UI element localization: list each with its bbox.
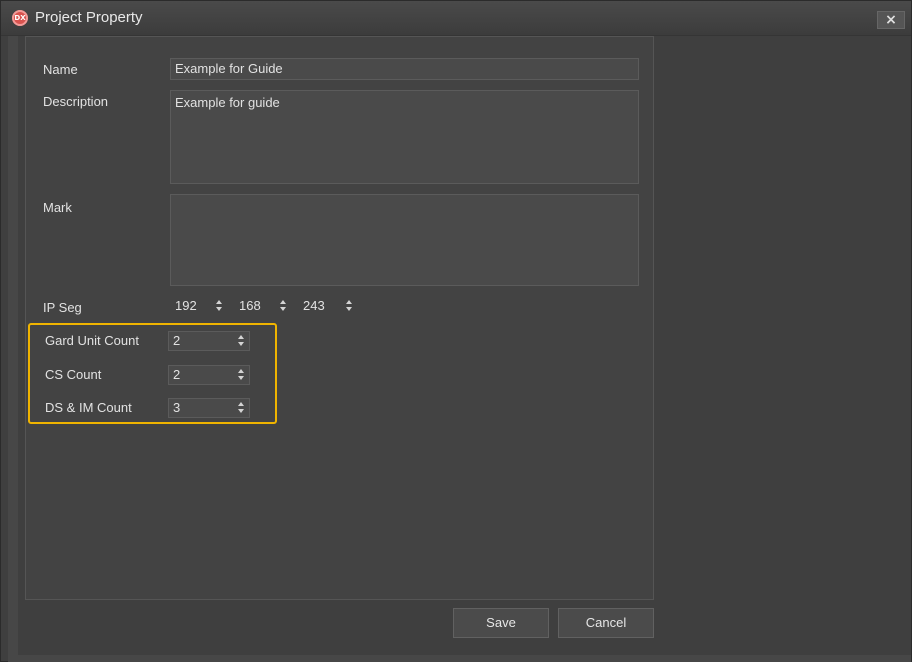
- close-button[interactable]: ×: [877, 11, 905, 29]
- cs-count-stepper[interactable]: 2: [168, 365, 250, 385]
- name-label: Name: [43, 62, 78, 77]
- save-button[interactable]: Save: [453, 608, 549, 638]
- description-label: Description: [43, 94, 109, 109]
- cancel-button[interactable]: Cancel: [558, 608, 654, 638]
- ip-seg-octet-2-value: 168: [239, 298, 261, 313]
- name-input[interactable]: Example for Guide: [170, 58, 639, 80]
- spin-arrows-icon[interactable]: [237, 368, 246, 382]
- ip-seg-label: IP Seg: [43, 300, 82, 315]
- ip-seg-octet-1[interactable]: 192: [171, 297, 227, 317]
- spin-arrows-icon[interactable]: [237, 401, 246, 415]
- ds-im-count-label: DS & IM Count: [45, 400, 132, 415]
- ip-seg-octet-3-value: 243: [303, 298, 325, 313]
- spin-arrows-icon[interactable]: [279, 299, 288, 313]
- cs-count-label: CS Count: [45, 367, 102, 382]
- gard-unit-count-stepper[interactable]: 2: [168, 331, 250, 351]
- spin-arrows-icon[interactable]: [215, 299, 224, 313]
- project-property-dialog: DX Project Property × Name Example for G…: [0, 0, 912, 662]
- cs-count-value: 2: [173, 367, 181, 382]
- left-border: [8, 36, 18, 656]
- title-bar[interactable]: DX Project Property ×: [1, 1, 911, 36]
- description-textarea[interactable]: Example for guide: [170, 90, 639, 184]
- ip-seg-octet-2[interactable]: 168: [235, 297, 291, 317]
- gard-unit-count-label: Gard Unit Count: [45, 333, 139, 348]
- window-title: Project Property: [35, 9, 143, 26]
- mark-textarea[interactable]: [170, 194, 639, 286]
- app-logo-icon: DX: [12, 10, 28, 26]
- gard-unit-count-value: 2: [173, 333, 181, 348]
- spin-arrows-icon[interactable]: [237, 334, 246, 348]
- spin-arrows-icon[interactable]: [345, 299, 354, 313]
- ip-seg-octet-3[interactable]: 243: [299, 297, 357, 317]
- mark-label: Mark: [43, 200, 72, 215]
- ds-im-count-value: 3: [173, 400, 181, 415]
- bottom-border: [8, 655, 911, 662]
- ds-im-count-stepper[interactable]: 3: [168, 398, 250, 418]
- ip-seg-octet-1-value: 192: [175, 298, 197, 313]
